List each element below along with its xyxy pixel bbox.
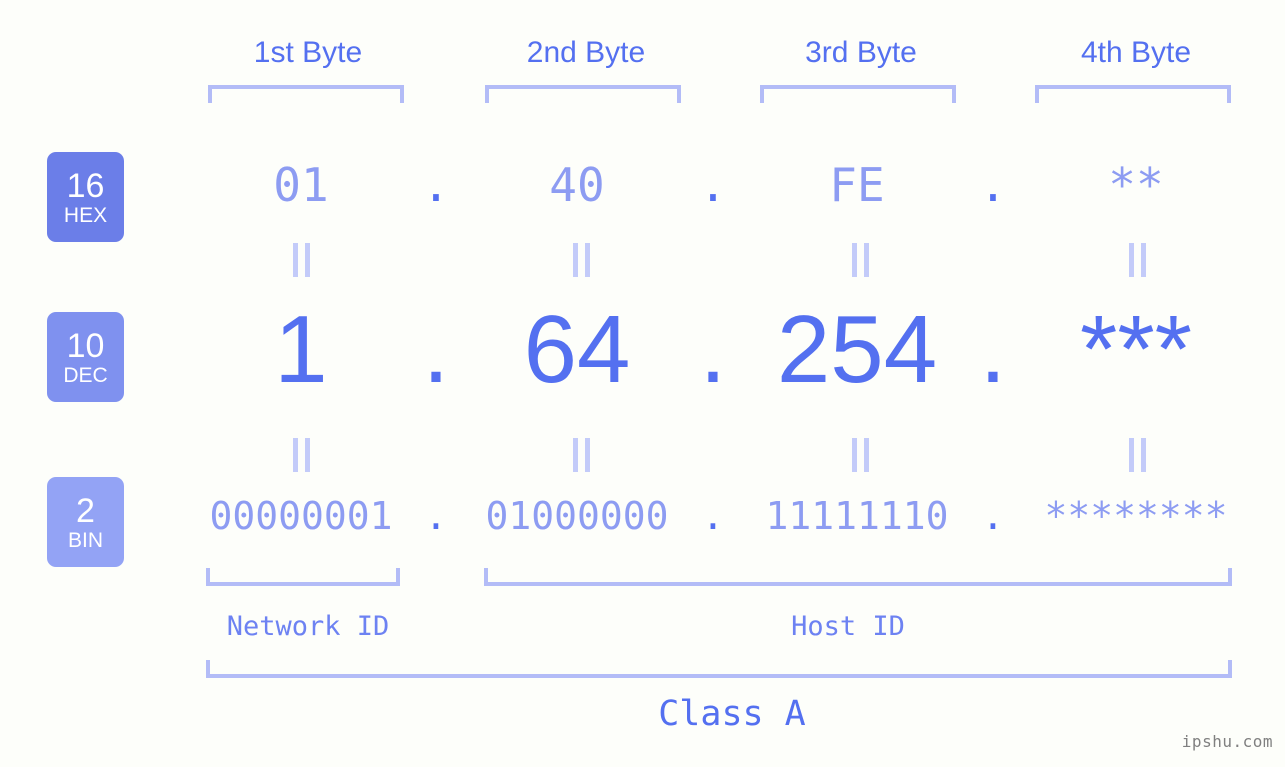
base-badge-hex[interactable]: 16 HEX <box>47 152 124 242</box>
host-id-bracket <box>484 568 1232 586</box>
hex-byte-3: FE <box>829 158 885 212</box>
class-bracket <box>206 660 1232 678</box>
byte-header-4: 4th Byte <box>1080 36 1192 69</box>
network-id-bracket <box>206 568 400 586</box>
dec-separator-2: . <box>699 296 727 403</box>
hex-byte-1: 01 <box>273 158 329 212</box>
hex-byte-4: ** <box>1108 158 1164 212</box>
byte-bracket-2 <box>485 85 681 103</box>
base-badge-dec[interactable]: 10 DEC <box>47 312 124 402</box>
base-badge-bin-number: 2 <box>76 491 95 530</box>
base-badge-dec-abbr: DEC <box>63 363 108 387</box>
equals-mark-dec-bin-3 <box>848 438 872 472</box>
byte-header-1: 1st Byte <box>253 36 363 69</box>
equals-mark-hex-dec-1 <box>289 243 313 277</box>
byte-header-2: 2nd Byte <box>526 36 646 69</box>
byte-bracket-4 <box>1035 85 1231 103</box>
dec-byte-1: 1 <box>274 296 328 403</box>
site-watermark: ipshu.com <box>1181 732 1273 751</box>
hex-byte-2: 40 <box>549 158 605 212</box>
byte-header-3: 3rd Byte <box>805 36 917 69</box>
byte-bracket-1 <box>208 85 404 103</box>
equals-mark-hex-dec-3 <box>848 243 872 277</box>
base-badge-hex-abbr: HEX <box>63 203 108 227</box>
base-badge-bin[interactable]: 2 BIN <box>47 477 124 567</box>
host-id-label: Host ID <box>791 611 905 642</box>
bin-byte-1: 00000001 <box>209 494 393 538</box>
bin-byte-4: ******** <box>1044 494 1228 538</box>
class-label: Class A <box>658 694 806 734</box>
byte-bracket-3 <box>760 85 956 103</box>
bin-separator-2: . <box>701 494 725 538</box>
network-id-label: Network ID <box>226 611 390 642</box>
dec-byte-2: 64 <box>523 296 631 403</box>
ip-breakdown-diagram: 1st Byte 2nd Byte 3rd Byte 4th Byte 16 H… <box>0 0 1285 767</box>
hex-separator-2: . <box>699 158 727 212</box>
equals-mark-dec-bin-1 <box>289 438 313 472</box>
equals-mark-dec-bin-4 <box>1125 438 1149 472</box>
equals-mark-hex-dec-4 <box>1125 243 1149 277</box>
equals-mark-dec-bin-2 <box>569 438 593 472</box>
dec-byte-3: 254 <box>776 296 938 403</box>
bin-byte-3: 11111110 <box>765 494 949 538</box>
equals-mark-hex-dec-2 <box>569 243 593 277</box>
base-badge-dec-number: 10 <box>66 326 105 365</box>
bin-byte-2: 01000000 <box>485 494 669 538</box>
base-badge-bin-abbr: BIN <box>67 528 103 552</box>
dec-byte-4: *** <box>1079 296 1193 403</box>
base-badge-hex-number: 16 <box>66 166 105 205</box>
